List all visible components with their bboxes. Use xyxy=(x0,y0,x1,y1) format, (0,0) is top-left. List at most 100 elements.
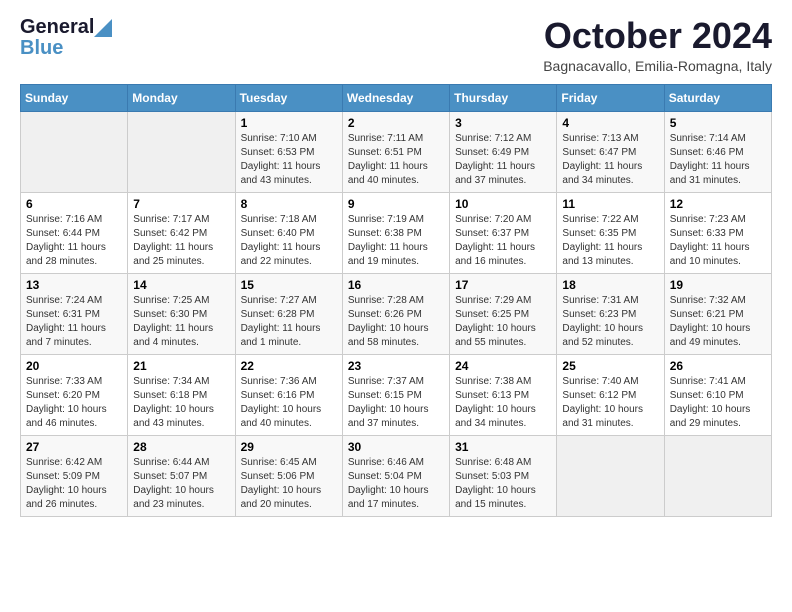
week-row-1: 1 Sunrise: 7:10 AMSunset: 6:53 PMDaylight… xyxy=(21,111,772,192)
day-info: Sunrise: 7:13 AMSunset: 6:47 PMDaylight:… xyxy=(562,132,658,188)
calendar-cell: 7Sunrise: 7:17 AMSunset: 6:42 PMDaylight… xyxy=(128,192,235,273)
day-header-thursday: Thursday xyxy=(450,84,557,111)
day-number: 30 xyxy=(348,440,444,454)
day-info: Sunrise: 7:16 AMSunset: 6:44 PMDaylight:… xyxy=(26,213,122,269)
day-number: 5 xyxy=(670,116,766,130)
day-info: Sunrise: 7:22 AMSunset: 6:35 PMDaylight:… xyxy=(562,213,658,269)
logo-blue: Blue xyxy=(20,37,63,60)
day-header-saturday: Saturday xyxy=(664,84,771,111)
day-number: 17 xyxy=(455,278,551,292)
day-info: Sunrise: 7:10 AMSunset: 6:53 PMDaylight:… xyxy=(241,132,337,188)
calendar-cell xyxy=(21,111,128,192)
location-title: Bagnacavallo, Emilia-Romagna, Italy xyxy=(543,58,772,74)
calendar-cell: 16 Sunrise: 7:28 AMSunset: 6:26 PMDayligh… xyxy=(342,273,449,354)
calendar-cell: 5 Sunrise: 7:14 AMSunset: 6:46 PMDaylight… xyxy=(664,111,771,192)
day-number: 2 xyxy=(348,116,444,130)
calendar-cell: 14Sunrise: 7:25 AMSunset: 6:30 PMDayligh… xyxy=(128,273,235,354)
day-info: Sunrise: 7:19 AMSunset: 6:38 PMDaylight:… xyxy=(348,213,444,269)
calendar-cell: 9 Sunrise: 7:19 AMSunset: 6:38 PMDaylight… xyxy=(342,192,449,273)
day-number: 13 xyxy=(26,278,122,292)
day-info: Sunrise: 7:24 AMSunset: 6:31 PMDaylight:… xyxy=(26,294,122,350)
day-info: Sunrise: 7:17 AMSunset: 6:42 PMDaylight:… xyxy=(133,213,229,269)
day-info: Sunrise: 7:27 AMSunset: 6:28 PMDaylight:… xyxy=(241,294,337,350)
calendar-cell: 28 Sunrise: 6:44 AMSunset: 5:07 PMDayligh… xyxy=(128,435,235,516)
month-title: October 2024 xyxy=(543,16,772,56)
day-number: 8 xyxy=(241,197,337,211)
day-header-monday: Monday xyxy=(128,84,235,111)
week-row-3: 13 Sunrise: 7:24 AMSunset: 6:31 PMDayligh… xyxy=(21,273,772,354)
day-number: 16 xyxy=(348,278,444,292)
day-number: 22 xyxy=(241,359,337,373)
day-number: 27 xyxy=(26,440,122,454)
calendar-cell: 30 Sunrise: 6:46 AMSunset: 5:04 PMDayligh… xyxy=(342,435,449,516)
day-number: 12 xyxy=(670,197,766,211)
logo: GeneralBlue xyxy=(20,16,112,60)
day-number: 10 xyxy=(455,197,551,211)
day-number: 15 xyxy=(241,278,337,292)
calendar-cell: 17 Sunrise: 7:29 AMSunset: 6:25 PMDayligh… xyxy=(450,273,557,354)
day-info: Sunrise: 7:41 AMSunset: 6:10 PMDaylight:… xyxy=(670,375,766,431)
day-info: Sunrise: 7:40 AMSunset: 6:12 PMDaylight:… xyxy=(562,375,658,431)
calendar-cell: 11Sunrise: 7:22 AMSunset: 6:35 PMDayligh… xyxy=(557,192,664,273)
calendar-cell: 20 Sunrise: 7:33 AMSunset: 6:20 PMDayligh… xyxy=(21,354,128,435)
day-header-friday: Friday xyxy=(557,84,664,111)
calendar-cell xyxy=(557,435,664,516)
calendar-table: SundayMondayTuesdayWednesdayThursdayFrid… xyxy=(20,84,772,517)
day-number: 20 xyxy=(26,359,122,373)
calendar-cell: 13 Sunrise: 7:24 AMSunset: 6:31 PMDayligh… xyxy=(21,273,128,354)
day-info: Sunrise: 6:45 AMSunset: 5:06 PMDaylight:… xyxy=(241,456,337,512)
calendar-cell: 10Sunrise: 7:20 AMSunset: 6:37 PMDayligh… xyxy=(450,192,557,273)
day-info: Sunrise: 7:29 AMSunset: 6:25 PMDaylight:… xyxy=(455,294,551,350)
calendar-cell: 8 Sunrise: 7:18 AMSunset: 6:40 PMDaylight… xyxy=(235,192,342,273)
calendar-cell: 29Sunrise: 6:45 AMSunset: 5:06 PMDayligh… xyxy=(235,435,342,516)
calendar-cell: 22 Sunrise: 7:36 AMSunset: 6:16 PMDayligh… xyxy=(235,354,342,435)
page: GeneralBlue October 2024 Bagnacavallo, E… xyxy=(0,0,792,533)
day-number: 19 xyxy=(670,278,766,292)
day-number: 25 xyxy=(562,359,658,373)
calendar-cell: 15 Sunrise: 7:27 AMSunset: 6:28 PMDayligh… xyxy=(235,273,342,354)
calendar-cell: 4 Sunrise: 7:13 AMSunset: 6:47 PMDaylight… xyxy=(557,111,664,192)
day-number: 18 xyxy=(562,278,658,292)
day-header-sunday: Sunday xyxy=(21,84,128,111)
day-number: 1 xyxy=(241,116,337,130)
day-info: Sunrise: 7:28 AMSunset: 6:26 PMDaylight:… xyxy=(348,294,444,350)
day-info: Sunrise: 7:18 AMSunset: 6:40 PMDaylight:… xyxy=(241,213,337,269)
calendar-cell: 18 Sunrise: 7:31 AMSunset: 6:23 PMDayligh… xyxy=(557,273,664,354)
calendar-cell: 6 Sunrise: 7:16 AMSunset: 6:44 PMDaylight… xyxy=(21,192,128,273)
calendar-cell: 24Sunrise: 7:38 AMSunset: 6:13 PMDayligh… xyxy=(450,354,557,435)
title-block: October 2024 Bagnacavallo, Emilia-Romagn… xyxy=(543,16,772,74)
calendar-cell: 2Sunrise: 7:11 AMSunset: 6:51 PMDaylight… xyxy=(342,111,449,192)
calendar-cell xyxy=(664,435,771,516)
week-row-4: 20 Sunrise: 7:33 AMSunset: 6:20 PMDayligh… xyxy=(21,354,772,435)
day-number: 21 xyxy=(133,359,229,373)
days-header-row: SundayMondayTuesdayWednesdayThursdayFrid… xyxy=(21,84,772,111)
day-info: Sunrise: 7:36 AMSunset: 6:16 PMDaylight:… xyxy=(241,375,337,431)
day-header-tuesday: Tuesday xyxy=(235,84,342,111)
day-info: Sunrise: 7:32 AMSunset: 6:21 PMDaylight:… xyxy=(670,294,766,350)
day-header-wednesday: Wednesday xyxy=(342,84,449,111)
calendar-cell: 31 Sunrise: 6:48 AMSunset: 5:03 PMDayligh… xyxy=(450,435,557,516)
day-number: 31 xyxy=(455,440,551,454)
day-number: 4 xyxy=(562,116,658,130)
day-info: Sunrise: 7:14 AMSunset: 6:46 PMDaylight:… xyxy=(670,132,766,188)
day-info: Sunrise: 7:33 AMSunset: 6:20 PMDaylight:… xyxy=(26,375,122,431)
day-number: 9 xyxy=(348,197,444,211)
day-number: 28 xyxy=(133,440,229,454)
day-number: 3 xyxy=(455,116,551,130)
calendar-cell: 12 Sunrise: 7:23 AMSunset: 6:33 PMDayligh… xyxy=(664,192,771,273)
day-info: Sunrise: 7:23 AMSunset: 6:33 PMDaylight:… xyxy=(670,213,766,269)
day-info: Sunrise: 6:44 AMSunset: 5:07 PMDaylight:… xyxy=(133,456,229,512)
header: GeneralBlue October 2024 Bagnacavallo, E… xyxy=(20,16,772,74)
calendar-cell xyxy=(128,111,235,192)
calendar-cell: 1 Sunrise: 7:10 AMSunset: 6:53 PMDaylight… xyxy=(235,111,342,192)
week-row-5: 27Sunrise: 6:42 AMSunset: 5:09 PMDayligh… xyxy=(21,435,772,516)
day-number: 23 xyxy=(348,359,444,373)
day-info: Sunrise: 6:48 AMSunset: 5:03 PMDaylight:… xyxy=(455,456,551,512)
day-info: Sunrise: 7:31 AMSunset: 6:23 PMDaylight:… xyxy=(562,294,658,350)
day-number: 6 xyxy=(26,197,122,211)
day-info: Sunrise: 7:34 AMSunset: 6:18 PMDaylight:… xyxy=(133,375,229,431)
day-info: Sunrise: 7:37 AMSunset: 6:15 PMDaylight:… xyxy=(348,375,444,431)
logo-text-block: GeneralBlue xyxy=(20,16,112,60)
calendar-cell: 27Sunrise: 6:42 AMSunset: 5:09 PMDayligh… xyxy=(21,435,128,516)
day-info: Sunrise: 6:46 AMSunset: 5:04 PMDaylight:… xyxy=(348,456,444,512)
